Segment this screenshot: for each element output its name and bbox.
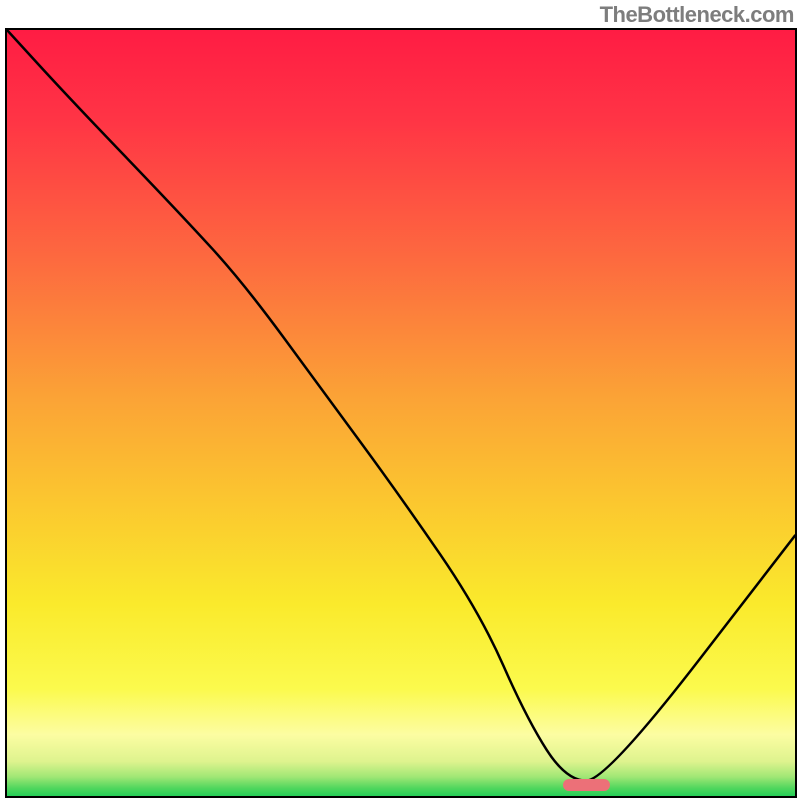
plot-svg — [7, 30, 795, 796]
gradient-background — [7, 30, 795, 796]
chart-stage: TheBottleneck.com — [0, 0, 800, 800]
plot-frame — [5, 28, 797, 798]
optimal-region-marker — [563, 779, 610, 791]
attribution-watermark: TheBottleneck.com — [600, 2, 794, 28]
